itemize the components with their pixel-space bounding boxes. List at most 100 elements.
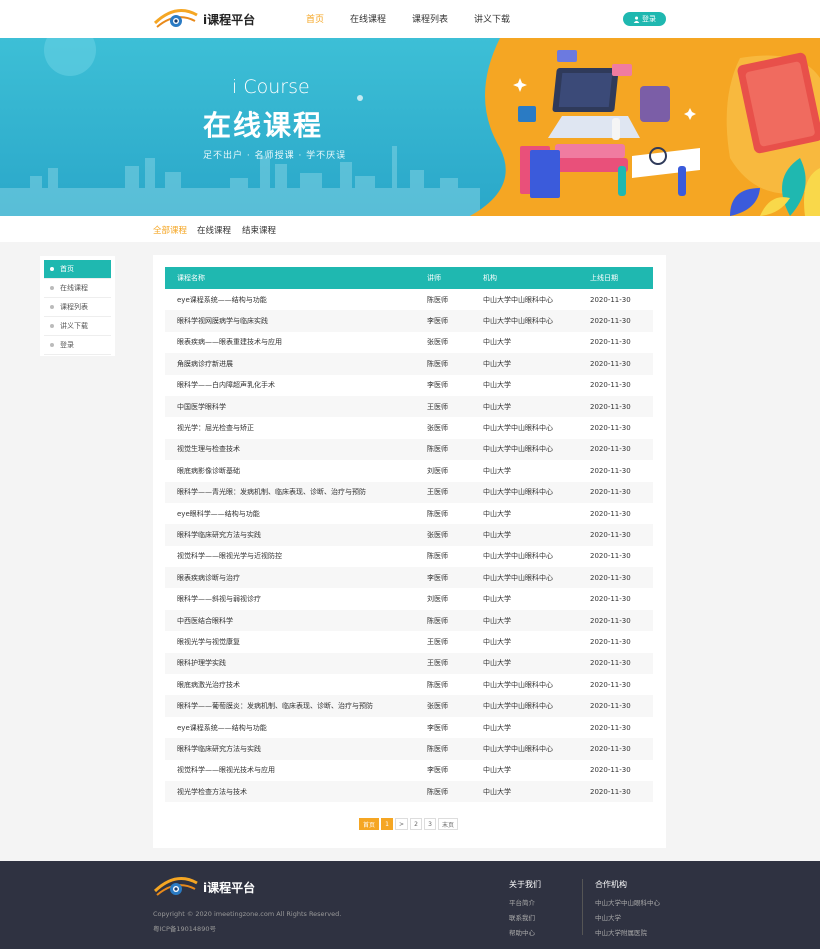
table-row[interactable]: 视光学：屈光检查与矫正 张医师 中山大学中山眼科中心 2020-11-30 <box>165 417 653 438</box>
sidebar-item-online-courses[interactable]: 在线课程 <box>44 279 111 298</box>
footer-link[interactable]: 平台简介 <box>509 897 541 907</box>
institution: 中山大学中山眼科中心 <box>483 744 553 753</box>
table-row[interactable]: 眼科学——斜视与弱视诊疗 刘医师 中山大学 2020-11-30 <box>165 588 653 609</box>
lecturer: 张医师 <box>427 702 448 711</box>
footer-logo[interactable]: i课程平台 <box>153 875 255 899</box>
table-row[interactable]: 中西医结合眼科学 陈医师 中山大学 2020-11-30 <box>165 609 653 632</box>
institution: 中山大学中山眼科中心 <box>483 317 553 326</box>
nav-course-list[interactable]: 课程列表 <box>412 12 448 25</box>
lecturer: 陈医师 <box>427 787 448 796</box>
launch-date: 2020-11-30 <box>590 787 631 796</box>
footer-link[interactable]: 中山大学中山眼科中心 <box>595 897 660 907</box>
institution: 中山大学中山眼科中心 <box>483 702 553 711</box>
lecturer: 王医师 <box>427 659 448 668</box>
nav-home[interactable]: 首页 <box>306 12 324 25</box>
table-row[interactable]: 角膜病诊疗新进展 陈医师 中山大学 2020-11-30 <box>165 353 653 375</box>
pager-page-3[interactable]: 3 <box>424 818 437 830</box>
footer-link[interactable]: 中山大学 <box>595 912 660 922</box>
logo-eye-icon <box>153 9 198 28</box>
banner-title: 在线课程 <box>203 109 324 142</box>
nav-online-courses[interactable]: 在线课程 <box>350 12 386 25</box>
lecturer: 李医师 <box>427 317 448 326</box>
table-body: eye课程系统——结构与功能 陈医师 中山大学中山眼科中心 2020-11-30 眼科学… <box>165 289 653 803</box>
institution: 中山大学 <box>483 595 511 604</box>
course-name: eye课程系统——结构与功能 <box>177 723 267 732</box>
table-row[interactable]: 眼科学临床研究方法与实践 张医师 中山大学 2020-11-30 <box>165 524 653 546</box>
launch-date: 2020-11-30 <box>590 466 631 475</box>
table-row[interactable]: 视觉科学——眼视光学与近视防控 陈医师 中山大学中山眼科中心 2020-11-30 <box>165 546 653 567</box>
institution: 中山大学中山眼科中心 <box>483 573 553 582</box>
logo-text: i课程平台 <box>203 12 256 27</box>
launch-date: 2020-11-30 <box>590 637 631 646</box>
launch-date: 2020-11-30 <box>590 295 631 304</box>
table-row[interactable]: 眼科学——葡萄膜炎：发病机制、临床表现、诊断、治疗与预防 张医师 中山大学中山眼科中… <box>165 695 653 717</box>
footer-link[interactable]: 联系我们 <box>509 912 541 922</box>
bullet-icon <box>50 324 54 328</box>
copyright: Copyright © 2020 imeetingzone.com All Ri… <box>153 910 342 918</box>
table-row[interactable]: eye课程系统——结构与功能 李医师 中山大学 2020-11-30 <box>165 717 653 738</box>
table-row[interactable]: 视光学检查方法与技术 陈医师 中山大学 2020-11-30 <box>165 780 653 803</box>
table-row[interactable]: 眼科学视网膜病学与临床实践 李医师 中山大学中山眼科中心 2020-11-30 <box>165 310 653 332</box>
tab-ended-courses[interactable]: 结束课程 <box>242 224 276 236</box>
footer-about-title: 关于我们 <box>509 880 541 889</box>
course-name: 视觉科学——眼视光学与近视防控 <box>177 552 282 561</box>
footer-link[interactable]: 中山大学附属医院 <box>595 927 660 937</box>
pager-last[interactable]: 末页 <box>438 818 459 830</box>
lecturer: 王医师 <box>427 637 448 646</box>
course-name: 视光学：屈光检查与矫正 <box>177 424 254 433</box>
footer-link[interactable]: 帮助中心 <box>509 927 541 937</box>
table-row[interactable]: 眼视光学与视觉康复 王医师 中山大学 2020-11-30 <box>165 631 653 652</box>
table-row[interactable]: 眼科学——白内障超声乳化手术 李医师 中山大学 2020-11-30 <box>165 375 653 396</box>
course-name: 眼表疾病——眼表重建技术与应用 <box>177 338 282 347</box>
sidebar-item-course-list[interactable]: 课程列表 <box>44 298 111 317</box>
institution: 中山大学中山眼科中心 <box>483 680 553 689</box>
footer-logo-text: i课程平台 <box>203 880 256 895</box>
sidebar-item-downloads[interactable]: 讲义下载 <box>44 317 111 336</box>
table-row[interactable]: 眼底病影像诊断基础 刘医师 中山大学 2020-11-30 <box>165 460 653 481</box>
table-row[interactable]: 眼表疾病——眼表重建技术与应用 张医师 中山大学 2020-11-30 <box>165 332 653 353</box>
course-name: eye课程系统——结构与功能 <box>177 295 267 304</box>
sidebar-item-label: 登录 <box>60 341 74 349</box>
footer-divider <box>582 879 583 935</box>
lecturer: 刘医师 <box>427 466 448 475</box>
tab-all-courses[interactable]: 全部课程 <box>153 224 187 236</box>
sidebar-item-home[interactable]: 首页 <box>44 260 111 279</box>
table-row[interactable]: 眼科护理学实践 王医师 中山大学 2020-11-30 <box>165 652 653 675</box>
sidebar: 首页 在线课程 课程列表 讲义下载 登录 <box>40 256 115 356</box>
course-name: 视觉科学——眼视光技术与应用 <box>177 766 275 775</box>
banner-subtitle: 足不出户 · 名师授课 · 学不厌误 <box>203 151 347 161</box>
nav-downloads[interactable]: 讲义下载 <box>474 12 510 25</box>
table-row[interactable]: eye眼科学——结构与功能 陈医师 中山大学 2020-11-30 <box>165 503 653 524</box>
icp-number[interactable]: 粤ICP备19014890号 <box>153 923 216 933</box>
table-row[interactable]: 视觉生理与检查技术 陈医师 中山大学中山眼科中心 2020-11-30 <box>165 438 653 461</box>
table-row[interactable]: 视觉科学——眼视光技术与应用 李医师 中山大学 2020-11-30 <box>165 760 653 781</box>
tab-online-courses[interactable]: 在线课程 <box>197 224 231 236</box>
pager-page-1[interactable]: 1 <box>381 818 394 830</box>
launch-date: 2020-11-30 <box>590 659 631 668</box>
login-button[interactable]: 登录 <box>623 12 666 26</box>
institution: 中山大学 <box>483 402 511 411</box>
lecturer: 陈医师 <box>427 616 448 625</box>
table-row[interactable]: 中国医学眼科学 王医师 中山大学 2020-11-30 <box>165 395 653 418</box>
table-header: 课程名称 讲师 机构 上线日期 <box>165 267 653 289</box>
launch-date: 2020-11-30 <box>590 424 631 433</box>
table-row[interactable]: 眼科学——青光眼：发病机制、临床表现、诊断、治疗与预防 王医师 中山大学中山眼科中心… <box>165 481 653 503</box>
column-header-name: 课程名称 <box>177 274 205 282</box>
launch-date: 2020-11-30 <box>590 317 631 326</box>
logo[interactable]: i课程平台 <box>153 7 255 31</box>
launch-date: 2020-11-30 <box>590 402 631 411</box>
table-row[interactable]: 眼表疾病诊断与治疗 李医师 中山大学中山眼科中心 2020-11-30 <box>165 567 653 589</box>
course-name: 视光学检查方法与技术 <box>177 787 247 796</box>
lecturer: 陈医师 <box>427 359 448 368</box>
pager-page-2[interactable]: 2 <box>410 818 423 830</box>
launch-date: 2020-11-30 <box>590 680 631 689</box>
institution: 中山大学 <box>483 359 511 368</box>
table-row[interactable]: 眼科学临床研究方法与实践 陈医师 中山大学中山眼科中心 2020-11-30 <box>165 738 653 760</box>
sidebar-item-login[interactable]: 登录 <box>44 336 111 355</box>
pager-first[interactable]: 首页 <box>359 818 380 830</box>
launch-date: 2020-11-30 <box>590 509 631 518</box>
course-name: 眼科学——葡萄膜炎：发病机制、临床表现、诊断、治疗与预防 <box>177 702 373 711</box>
table-row[interactable]: 眼底病激光治疗技术 陈医师 中山大学中山眼科中心 2020-11-30 <box>165 674 653 695</box>
pager-next[interactable]: > <box>395 818 409 830</box>
table-row[interactable]: eye课程系统——结构与功能 陈医师 中山大学中山眼科中心 2020-11-30 <box>165 289 653 310</box>
